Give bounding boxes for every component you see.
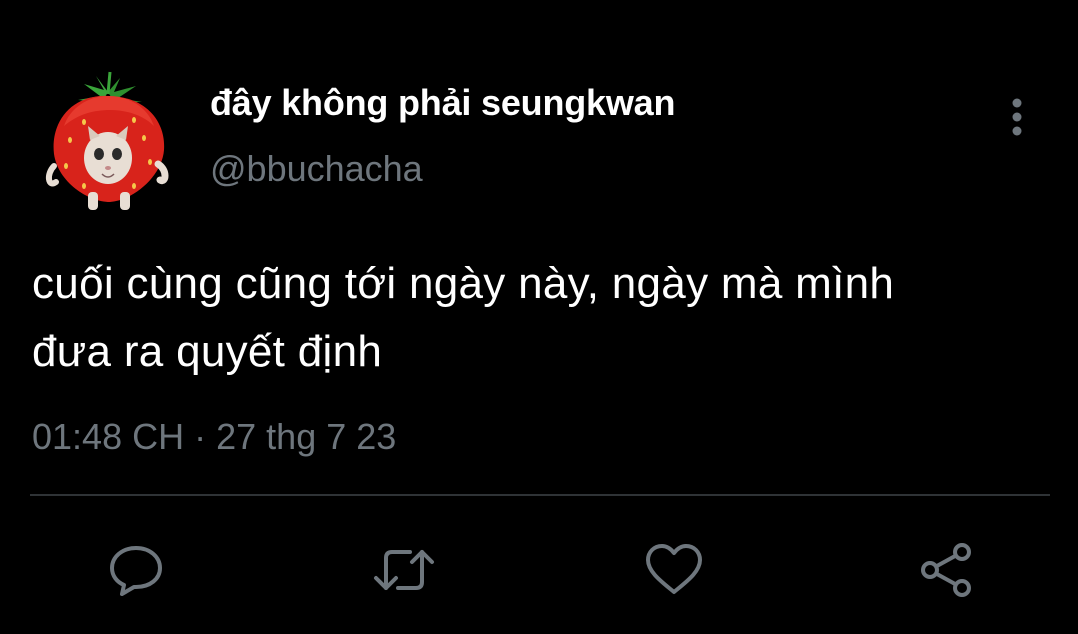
- user-handle[interactable]: @bbuchacha: [210, 148, 423, 190]
- like-button[interactable]: [642, 538, 706, 602]
- comment-icon: [110, 546, 162, 596]
- tweet-timestamp[interactable]: 01:48 CH · 27 thg 7 23: [32, 416, 396, 458]
- tweet-text: cuối cùng cũng tới ngày này, ngày mà mìn…: [32, 259, 895, 376]
- retweet-icon: [374, 550, 434, 590]
- share-icon: [921, 543, 971, 597]
- reply-button[interactable]: [104, 538, 168, 602]
- tweet-time: 01:48 CH: [32, 416, 185, 457]
- heart-icon: [646, 544, 702, 594]
- retweet-button[interactable]: [372, 538, 436, 602]
- avatar[interactable]: [44, 70, 172, 212]
- share-button[interactable]: [914, 538, 978, 602]
- meta-separator: ·: [194, 416, 207, 457]
- more-options-button[interactable]: [1000, 94, 1034, 140]
- divider: [30, 494, 1050, 496]
- strawberry-cat-avatar-icon: [46, 71, 169, 210]
- tweet-date: 27 thg 7 23: [216, 416, 397, 457]
- display-name[interactable]: đây không phải seungkwan: [210, 82, 675, 124]
- more-vertical-icon: [1012, 98, 1022, 136]
